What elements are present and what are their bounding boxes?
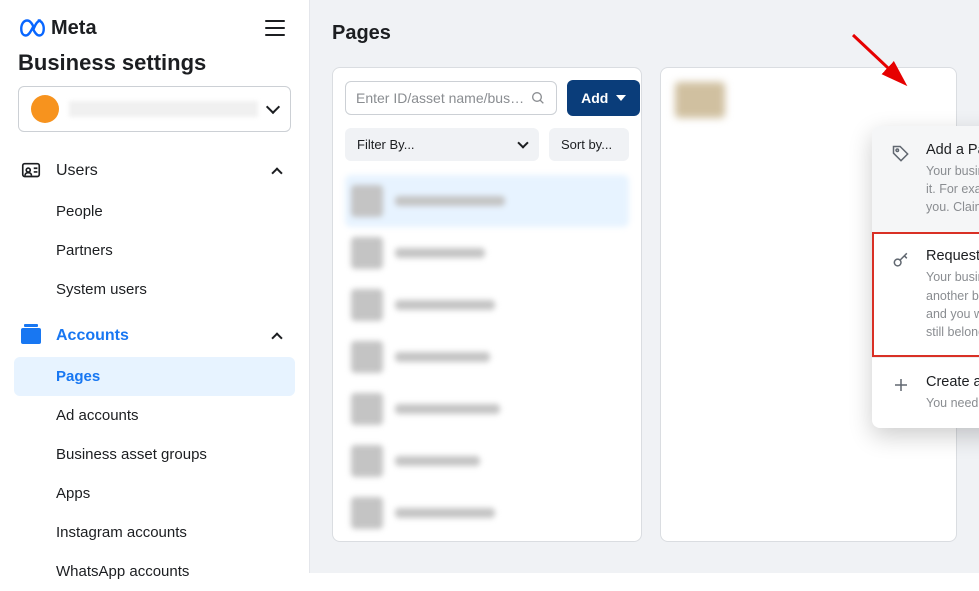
hamburger-icon[interactable] xyxy=(261,16,289,40)
asset-list-panel: Enter ID/asset name/bus… Add Filter By..… xyxy=(332,67,642,542)
key-icon xyxy=(890,250,912,270)
menu-item-add-page[interactable]: Add a Page Your business already owns th… xyxy=(872,126,979,232)
meta-logo[interactable]: Meta xyxy=(20,17,97,40)
avatar xyxy=(31,95,59,123)
account-name-blurred xyxy=(69,101,258,117)
sidebar-item-partners[interactable]: Partners xyxy=(14,231,295,270)
sidebar-item-pages[interactable]: Pages xyxy=(14,357,295,396)
add-dropdown-menu: Add a Page Your business already owns th… xyxy=(872,126,979,428)
detail-thumb-blurred xyxy=(675,82,725,118)
accounts-icon xyxy=(20,325,42,347)
menu-item-desc: Your business already owns this Page or … xyxy=(926,162,979,216)
page-title: Pages xyxy=(332,22,957,45)
meta-infinity-icon xyxy=(20,19,48,37)
menu-item-request-access[interactable]: Request Access to a Page Your business n… xyxy=(872,232,979,357)
sidebar-item-apps[interactable]: Apps xyxy=(14,474,295,513)
tag-icon xyxy=(890,144,912,164)
menu-item-desc: Your business needs to use this Page on … xyxy=(926,268,979,341)
search-input[interactable]: Enter ID/asset name/bus… xyxy=(345,81,557,115)
list-item[interactable] xyxy=(345,227,629,279)
main-content: Pages Enter ID/asset name/bus… Add Filte… xyxy=(310,0,979,573)
sort-by-dropdown[interactable]: Sort by... xyxy=(549,128,629,161)
nav-header-accounts[interactable]: Accounts xyxy=(14,315,295,357)
chevron-up-icon xyxy=(271,332,282,343)
list-item[interactable] xyxy=(345,331,629,383)
nav-header-label: Users xyxy=(56,162,259,180)
search-icon xyxy=(530,90,546,106)
sidebar-item-instagram-accounts[interactable]: Instagram accounts xyxy=(14,513,295,552)
nav-header-users[interactable]: Users xyxy=(14,150,295,192)
account-selector[interactable] xyxy=(18,86,291,132)
sidebar-item-whatsapp-accounts[interactable]: WhatsApp accounts xyxy=(14,552,295,591)
search-row: Enter ID/asset name/bus… Add xyxy=(345,80,629,116)
nav-header-label: Accounts xyxy=(56,327,259,345)
sidebar: Meta Business settings Users People Part… xyxy=(0,0,310,573)
nav-section-users: Users People Partners System users xyxy=(0,150,309,309)
sidebar-header: Meta xyxy=(0,12,309,48)
nav-section-accounts: Accounts Pages Ad accounts Business asse… xyxy=(0,315,309,591)
filter-label: Filter By... xyxy=(357,137,415,152)
chevron-down-icon xyxy=(517,137,528,148)
sidebar-title: Business settings xyxy=(0,48,309,86)
menu-item-body: Request Access to a Page Your business n… xyxy=(926,248,979,341)
sort-label: Sort by... xyxy=(561,137,612,152)
chevron-up-icon xyxy=(271,167,282,178)
meta-text: Meta xyxy=(51,17,97,40)
menu-item-desc: You need a new Page for your business. xyxy=(926,394,979,412)
menu-item-title: Create a New Page xyxy=(926,374,979,390)
menu-item-body: Add a Page Your business already owns th… xyxy=(926,142,979,216)
caret-down-icon xyxy=(616,95,626,101)
menu-item-title: Request Access to a Page xyxy=(926,248,979,264)
sidebar-item-business-asset-groups[interactable]: Business asset groups xyxy=(14,435,295,474)
list-item[interactable] xyxy=(345,435,629,487)
add-button-label: Add xyxy=(581,90,608,106)
columns: Enter ID/asset name/bus… Add Filter By..… xyxy=(332,67,957,542)
sidebar-item-system-users[interactable]: System users xyxy=(14,270,295,309)
list-item[interactable] xyxy=(345,279,629,331)
list-item[interactable] xyxy=(345,175,629,227)
add-button[interactable]: Add xyxy=(567,80,640,116)
sidebar-item-ad-accounts[interactable]: Ad accounts xyxy=(14,396,295,435)
chevron-down-icon xyxy=(266,100,280,114)
filter-by-dropdown[interactable]: Filter By... xyxy=(345,128,539,161)
menu-item-create-page[interactable]: Create a New Page You need a new Page fo… xyxy=(872,357,979,428)
users-icon xyxy=(20,160,42,182)
search-placeholder: Enter ID/asset name/bus… xyxy=(356,90,524,106)
sidebar-item-people[interactable]: People xyxy=(14,192,295,231)
list-item[interactable] xyxy=(345,487,629,539)
plus-icon xyxy=(890,376,912,394)
filter-row: Filter By... Sort by... xyxy=(345,128,629,161)
list-item[interactable] xyxy=(345,383,629,435)
menu-item-title: Add a Page xyxy=(926,142,979,158)
pages-list-blurred xyxy=(345,175,629,539)
menu-item-body: Create a New Page You need a new Page fo… xyxy=(926,374,979,412)
